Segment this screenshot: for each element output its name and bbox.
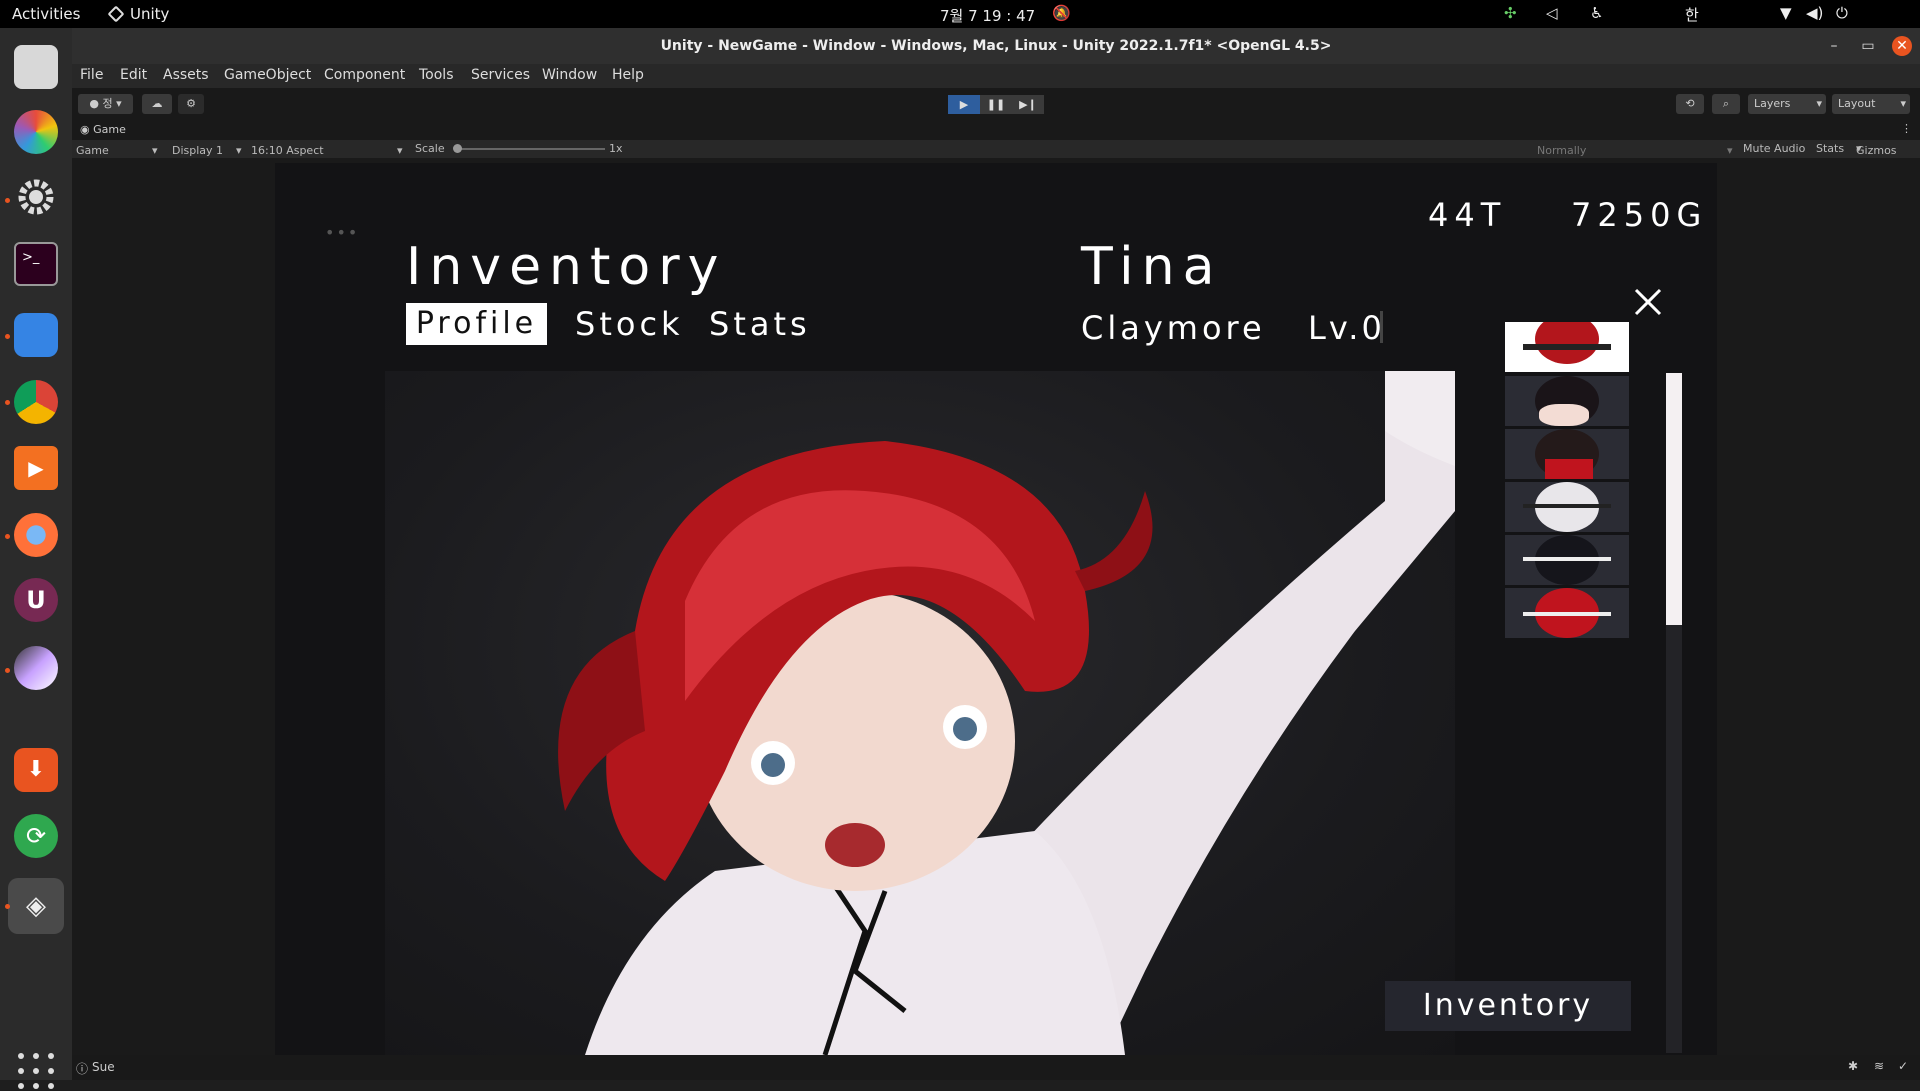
gold-counter: 7250G	[1571, 196, 1708, 234]
search-icon[interactable]: ⌕	[1712, 94, 1740, 114]
page-title: Inventory	[406, 237, 727, 297]
activities-button[interactable]: Activities	[12, 5, 80, 23]
power-icon[interactable]: ⏻	[1836, 4, 1848, 22]
check-icon[interactable]: ✓	[1898, 1059, 1908, 1073]
portrait-scrollbar-thumb[interactable]	[1666, 373, 1682, 625]
app-name: Unity	[130, 5, 170, 23]
scale-label: Scale	[415, 142, 445, 155]
undo-history-icon[interactable]: ⟲	[1676, 94, 1704, 114]
menu-help[interactable]: Help	[612, 67, 644, 83]
chrome-icon[interactable]	[14, 380, 58, 424]
turn-counter: 44T	[1428, 196, 1507, 234]
portrait-slot-1[interactable]	[1505, 322, 1629, 372]
portrait-slot-5[interactable]	[1505, 535, 1629, 585]
portrait-slot-6[interactable]	[1505, 588, 1629, 638]
tab-game[interactable]: ◉ Game	[80, 123, 126, 136]
tab-options-icon[interactable]: ⋮	[1901, 122, 1912, 135]
character-level: Lv.0	[1308, 309, 1385, 347]
window-title-bar: Unity - NewGame - Window - Windows, Mac,…	[72, 28, 1920, 64]
stats-toggle[interactable]: Stats	[1816, 142, 1844, 155]
files-icon[interactable]	[14, 313, 58, 357]
portrait-slot-4[interactable]	[1505, 482, 1629, 532]
portrait-avatar	[1535, 322, 1599, 364]
bug-icon[interactable]: ✱	[1848, 1059, 1858, 1073]
downloader-icon[interactable]: ⬇	[14, 748, 58, 792]
layers-dropdown[interactable]: Layers ▾	[1748, 94, 1826, 114]
game-tab-bar: ◉ Game ⋮	[72, 120, 1920, 140]
character-portrait	[385, 371, 1455, 1055]
status-info-icon: ⓘ	[76, 1062, 89, 1076]
play-controls: ▶ ❚❚ ▶❙	[948, 95, 1044, 114]
minimize-button[interactable]: –	[1824, 36, 1844, 56]
menu-component[interactable]: Component	[324, 67, 405, 83]
step-button[interactable]: ▶❙	[1012, 95, 1044, 114]
volume-icon[interactable]: ◀)	[1806, 4, 1823, 22]
send-icon[interactable]: ◁	[1546, 4, 1558, 22]
terminal-icon[interactable]: >_	[14, 242, 58, 286]
wifi-icon[interactable]: ▼	[1780, 4, 1792, 22]
scale-slider-track[interactable]	[457, 148, 605, 150]
play-button[interactable]: ▶	[948, 95, 980, 114]
dock: >_ ▶ U ⬇ ⟳ ◈	[0, 28, 72, 1089]
menu-edit[interactable]: Edit	[120, 67, 147, 83]
collab-icon[interactable]: ⚙	[178, 94, 204, 114]
tab-stats[interactable]: Stats	[709, 305, 811, 343]
update-icon[interactable]: ⟳	[14, 814, 58, 858]
unity-icon	[107, 5, 125, 23]
bell-muted-icon[interactable]: 🔕	[1052, 4, 1071, 22]
portrait-slot-3[interactable]	[1505, 429, 1629, 479]
mute-audio-toggle[interactable]: Mute Audio	[1743, 142, 1805, 155]
show-apps-grid-icon[interactable]	[18, 1053, 56, 1091]
game-screen: ••• 44T 7250G Inventory Tina Profile Sto…	[275, 163, 1717, 1055]
app-menu[interactable]: Unity	[107, 5, 170, 23]
layout-dropdown[interactable]: Layout ▾	[1832, 94, 1910, 114]
menu-bar: File Edit Assets GameObject Component To…	[72, 64, 1920, 88]
krita-icon[interactable]	[14, 646, 58, 690]
tab-stock[interactable]: Stock	[575, 305, 684, 343]
cloud-icon[interactable]: ☁	[142, 94, 172, 114]
menu-assets[interactable]: Assets	[163, 67, 209, 83]
color-wheel-app-icon[interactable]	[14, 110, 58, 154]
main-toolbar: ● 정 ▾ ☁ ⚙ ▶ ❚❚ ▶❙ ⟲ ⌕ Layers ▾ Layout ▾	[72, 88, 1920, 120]
account-dropdown[interactable]: ● 정 ▾	[78, 94, 133, 114]
status-message[interactable]: Sue	[92, 1060, 115, 1074]
gizmos-dropdown[interactable]: Gizmos ▾	[1856, 142, 1897, 157]
game-control-bar: Game ▾ Display 1 ▾ 16:10 Aspect ▾ Scale 1x …	[72, 140, 1920, 158]
inventory-button[interactable]: Inventory	[1385, 981, 1631, 1031]
window-title: Unity - NewGame - Window - Windows, Mac,…	[660, 38, 1332, 54]
settings-gear-icon[interactable]	[14, 175, 58, 219]
portrait-slot-2[interactable]	[1505, 376, 1629, 426]
screenshot-app-icon[interactable]	[14, 45, 58, 89]
menu-gameobject[interactable]: GameObject	[224, 67, 311, 83]
input-method-indicator[interactable]: 한	[1685, 4, 1699, 25]
progress-icon[interactable]: ≋	[1874, 1059, 1884, 1073]
colorpicker-icon[interactable]: ✣	[1504, 4, 1517, 22]
menu-window[interactable]: Window	[542, 67, 597, 83]
maximize-button[interactable]: ▭	[1858, 36, 1878, 56]
character-name: Tina	[1081, 237, 1223, 297]
pause-button[interactable]: ❚❚	[980, 95, 1012, 114]
close-icon[interactable]	[1631, 285, 1665, 319]
more-dots-icon[interactable]: •••	[325, 223, 365, 243]
menu-tools[interactable]: Tools	[419, 67, 454, 83]
text-cursor	[1380, 311, 1383, 343]
menu-services[interactable]: Services	[471, 67, 530, 83]
system-top-bar: Activities Unity 7월 7 19 : 47 🔕 ✣ ◁ ♿ 한 …	[0, 0, 1920, 28]
weapon-name: Claymore	[1081, 309, 1266, 347]
menu-file[interactable]: File	[80, 67, 103, 83]
unity-dock-icon[interactable]: ◈	[8, 878, 64, 934]
close-window-button[interactable]: ✕	[1892, 36, 1912, 56]
clock[interactable]: 7월 7 19 : 47	[940, 5, 1035, 26]
scale-slider-handle[interactable]	[453, 144, 462, 153]
status-bar: ⓘ Sue ✱ ≋ ✓	[72, 1055, 1920, 1080]
firefox-icon[interactable]	[14, 513, 58, 557]
ubuntu-software-icon[interactable]: U	[14, 578, 58, 622]
scale-value: 1x	[609, 142, 623, 155]
video-player-icon[interactable]: ▶	[14, 446, 58, 490]
accessibility-icon[interactable]: ♿	[1590, 4, 1603, 22]
tab-profile[interactable]: Profile	[406, 303, 547, 345]
